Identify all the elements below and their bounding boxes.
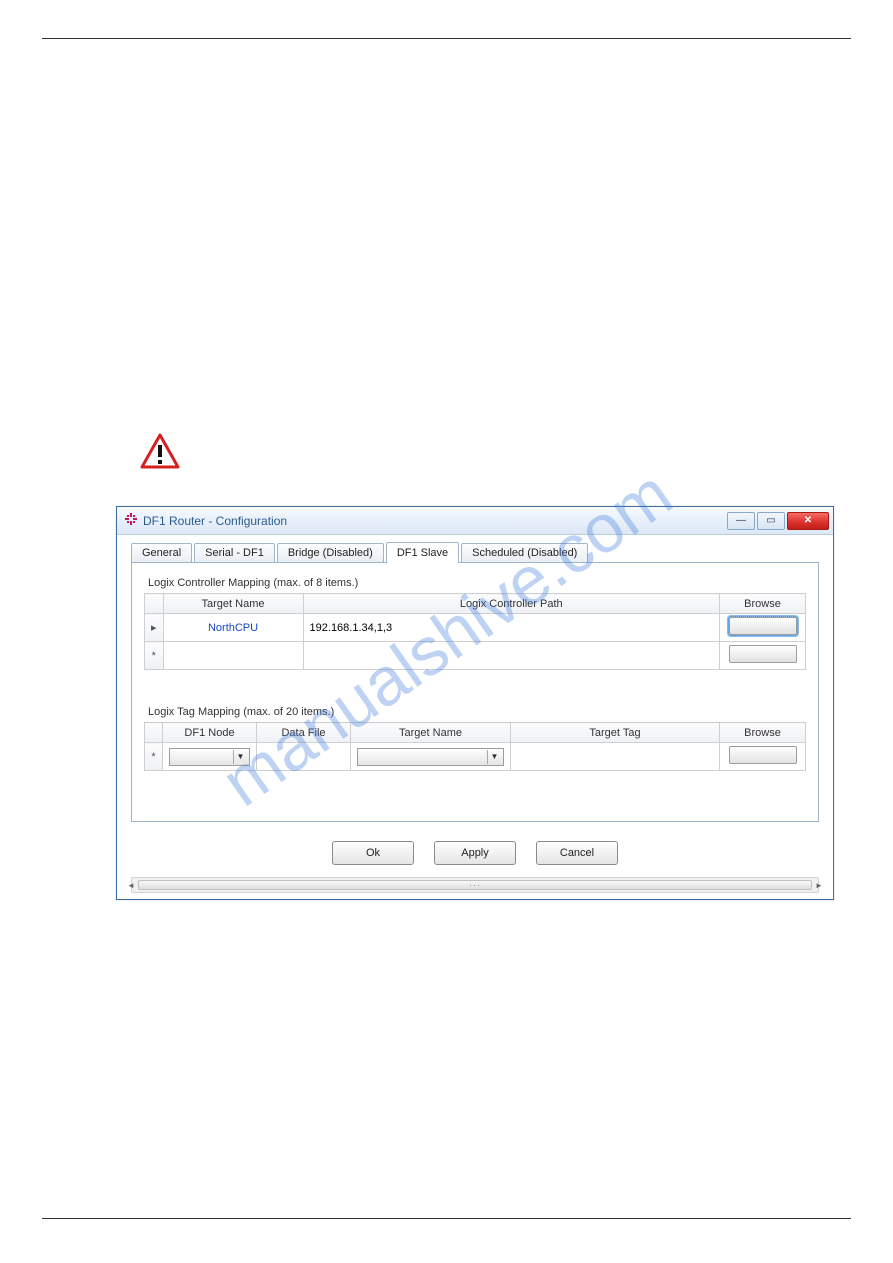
window-title: DF1 Router - Configuration — [143, 514, 725, 528]
config-dialog: DF1 Router - Configuration — ▭ ✕ General… — [116, 506, 834, 900]
warning-icon — [140, 433, 180, 472]
tag-mapping-label: Logix Tag Mapping (max. of 20 items.) — [148, 706, 806, 718]
cell-browse — [720, 743, 806, 771]
close-button[interactable]: ✕ — [787, 512, 829, 530]
controller-mapping-table: Target Name Logix Controller Path Browse… — [144, 593, 806, 670]
tab-general[interactable]: General — [131, 543, 192, 563]
browse-button[interactable] — [729, 617, 797, 635]
cell-path[interactable]: 192.168.1.34,1,3 — [303, 614, 719, 642]
cell-browse — [720, 642, 806, 670]
col-df1-node[interactable]: DF1 Node — [163, 723, 257, 743]
browse-button[interactable] — [729, 746, 797, 764]
cell-data-file[interactable] — [257, 743, 351, 771]
cell-path[interactable] — [303, 642, 719, 670]
tab-serial-df1[interactable]: Serial - DF1 — [194, 543, 275, 563]
tabstrip: General Serial - DF1 Bridge (Disabled) D… — [117, 535, 833, 563]
col-target-name[interactable]: Target Name — [351, 723, 511, 743]
table-row[interactable]: ▸ NorthCPU 192.168.1.34,1,3 — [145, 614, 806, 642]
cell-target-name: ▼ — [351, 743, 511, 771]
cell-df1-node: ▼ — [163, 743, 257, 771]
titlebar[interactable]: DF1 Router - Configuration — ▭ ✕ — [117, 507, 833, 535]
horizontal-scrollbar[interactable]: ◄ ··· ► — [131, 877, 819, 893]
cell-target-name[interactable]: NorthCPU — [163, 614, 303, 642]
table-corner — [145, 594, 164, 614]
col-target-tag[interactable]: Target Tag — [511, 723, 720, 743]
tab-df1-slave[interactable]: DF1 Slave — [386, 542, 459, 563]
app-icon — [125, 513, 137, 528]
scroll-left-icon[interactable]: ◄ — [124, 878, 138, 892]
target-name-dropdown[interactable]: ▼ — [357, 748, 504, 766]
tab-content: Logix Controller Mapping (max. of 8 item… — [131, 562, 819, 822]
cell-target-tag[interactable] — [511, 743, 720, 771]
cancel-button[interactable]: Cancel — [536, 841, 618, 865]
ok-button[interactable]: Ok — [332, 841, 414, 865]
maximize-button[interactable]: ▭ — [757, 512, 785, 530]
page-rule-top — [42, 38, 851, 39]
col-target-name[interactable]: Target Name — [163, 594, 303, 614]
controller-mapping-label: Logix Controller Mapping (max. of 8 item… — [148, 577, 806, 589]
cell-target-name[interactable] — [163, 642, 303, 670]
scroll-right-icon[interactable]: ► — [812, 878, 826, 892]
col-data-file[interactable]: Data File — [257, 723, 351, 743]
tab-bridge[interactable]: Bridge (Disabled) — [277, 543, 384, 563]
row-marker: * — [145, 743, 163, 771]
tag-mapping-table: DF1 Node Data File Target Name Target Ta… — [144, 722, 806, 771]
chevron-down-icon: ▼ — [487, 750, 501, 764]
df1-node-dropdown[interactable]: ▼ — [169, 748, 250, 766]
minimize-button[interactable]: — — [727, 512, 755, 530]
table-row[interactable]: * — [145, 642, 806, 670]
col-browse[interactable]: Browse — [720, 723, 806, 743]
chevron-down-icon: ▼ — [233, 750, 247, 764]
col-controller-path[interactable]: Logix Controller Path — [303, 594, 719, 614]
page-rule-bottom — [42, 1218, 851, 1219]
cell-browse — [720, 614, 806, 642]
dialog-buttons: Ok Apply Cancel — [117, 833, 833, 877]
row-marker: ▸ — [145, 614, 164, 642]
row-marker: * — [145, 642, 164, 670]
table-corner — [145, 723, 163, 743]
tab-scheduled[interactable]: Scheduled (Disabled) — [461, 543, 588, 563]
scrollbar-thumb[interactable]: ··· — [138, 880, 812, 890]
apply-button[interactable]: Apply — [434, 841, 516, 865]
col-browse[interactable]: Browse — [720, 594, 806, 614]
table-row[interactable]: * ▼ ▼ — [145, 743, 806, 771]
browse-button[interactable] — [729, 645, 797, 663]
